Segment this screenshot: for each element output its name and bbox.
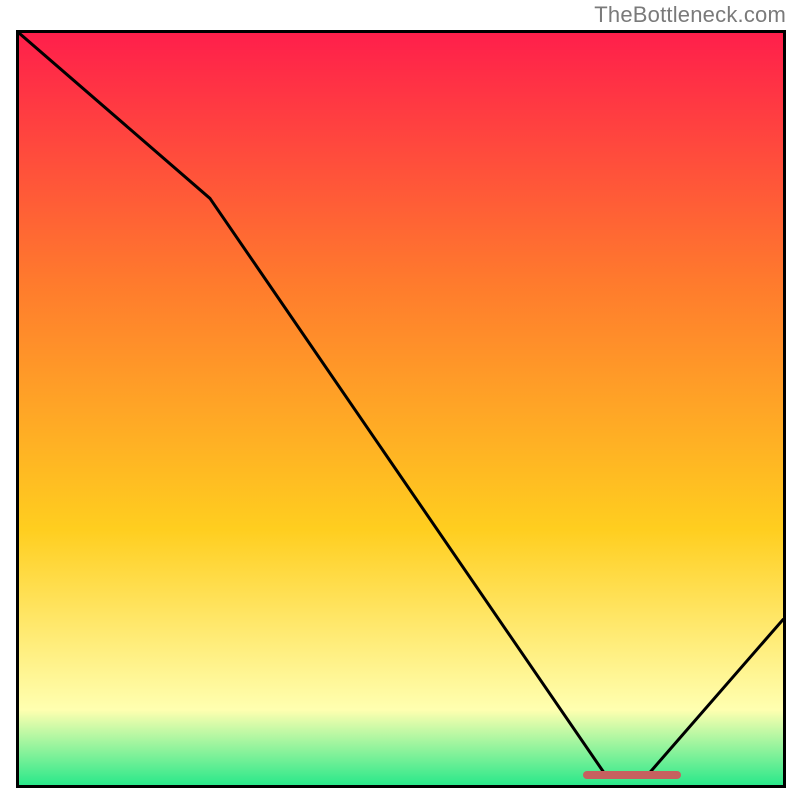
plot-svg — [19, 33, 783, 785]
gradient-fill — [19, 33, 783, 785]
optimal-range-marker — [583, 771, 682, 779]
chart-stage: TheBottleneck.com — [0, 0, 800, 800]
watermark-text: TheBottleneck.com — [594, 2, 786, 28]
plot-area — [16, 30, 786, 788]
